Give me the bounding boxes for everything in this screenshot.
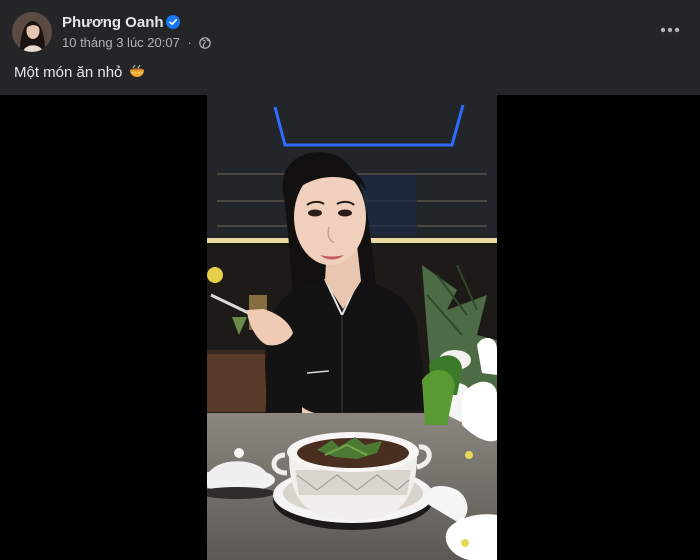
post-meta: 10 tháng 3 lúc 20:07 · (62, 35, 212, 51)
video-still-image (207, 95, 497, 560)
video-player[interactable] (0, 95, 700, 560)
more-options-button[interactable] (656, 18, 684, 42)
meta-separator: · (187, 35, 192, 50)
more-options-icon (660, 27, 680, 33)
caption-text: Một món ăn nhỏ (14, 64, 123, 81)
verified-badge-icon (166, 15, 180, 29)
post-header: Phương Oanh 10 tháng 3 lúc 20:07 · (0, 0, 700, 58)
globe-icon[interactable] (199, 37, 212, 49)
author-avatar[interactable] (12, 12, 52, 52)
post-timestamp[interactable]: 10 tháng 3 lúc 20:07 (62, 35, 180, 50)
post-card: Phương Oanh 10 tháng 3 lúc 20:07 · Một m… (0, 0, 700, 560)
author-name[interactable]: Phương Oanh (62, 13, 164, 33)
video-frame (207, 95, 497, 560)
bowl-emoji-icon (129, 64, 144, 77)
post-caption: Một món ăn nhỏ (14, 63, 145, 83)
